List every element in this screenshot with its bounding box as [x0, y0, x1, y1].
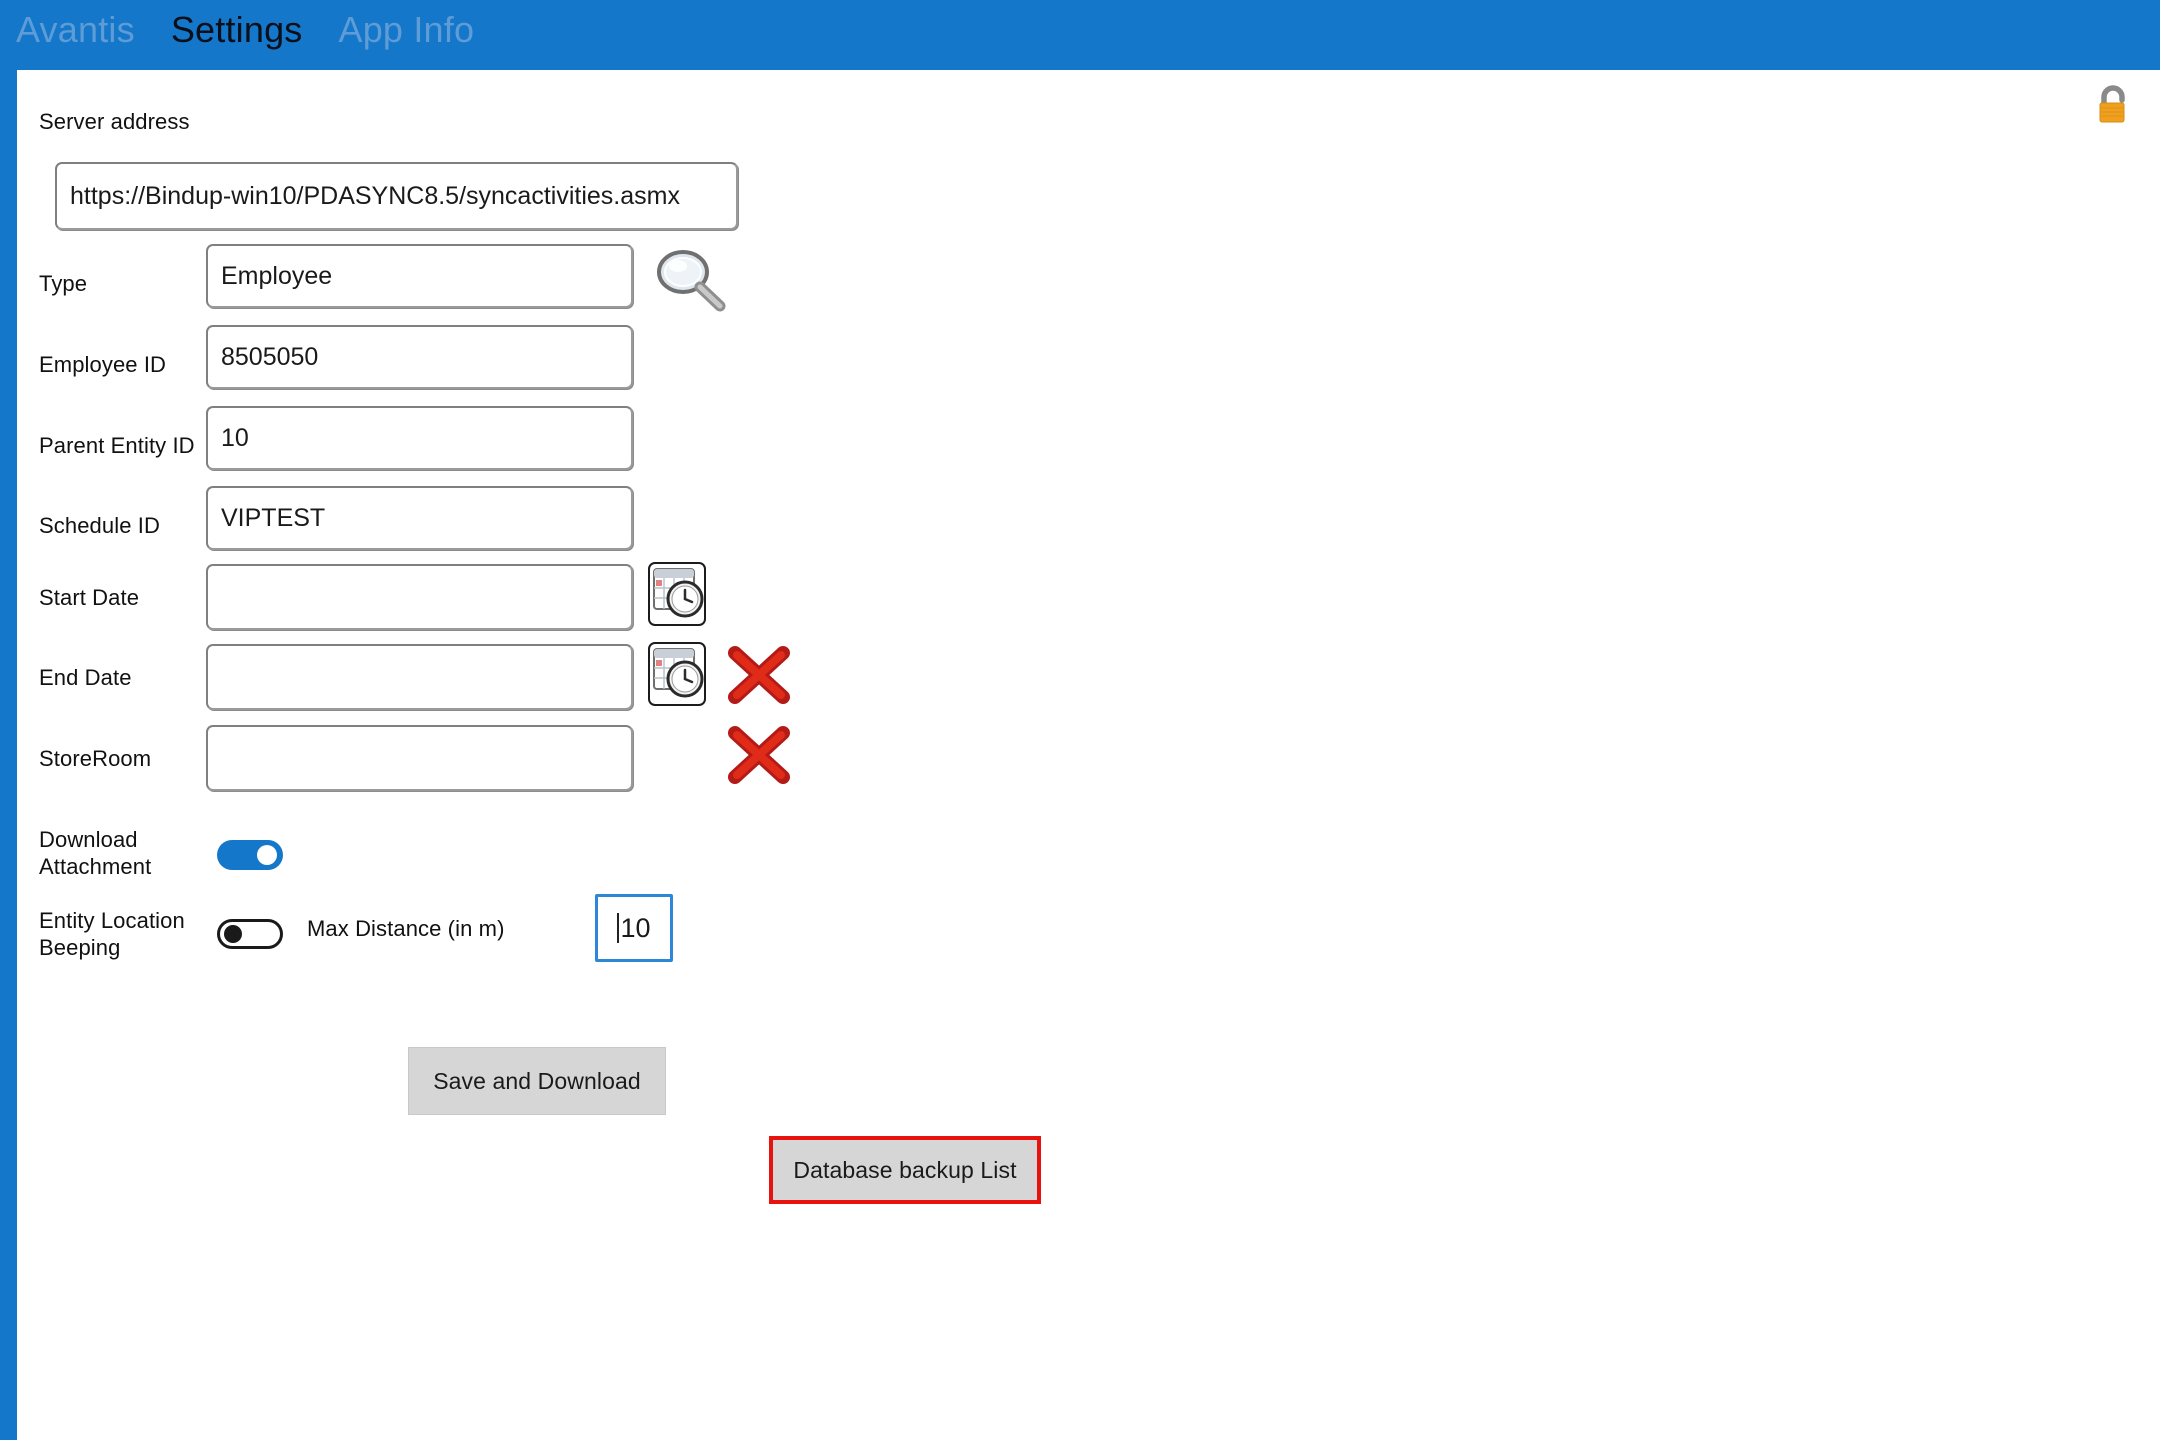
download-attachment-toggle[interactable] [217, 840, 283, 870]
entity-location-beeping-label: Entity Location Beeping [39, 907, 185, 961]
start-date-label: Start Date [39, 585, 140, 610]
end-date-label: End Date [39, 665, 132, 690]
unlock-icon[interactable] [2089, 82, 2137, 130]
nav-item-app-info[interactable]: App Info [339, 0, 475, 58]
settings-content-surface: Server address https://Bindup-win10/PDAS… [17, 70, 2160, 1440]
parent-entity-id-input[interactable]: 10 [206, 406, 633, 470]
type-input[interactable]: Employee [206, 244, 633, 308]
server-address-input[interactable]: https://Bindup-win10/PDASYNC8.5/syncacti… [55, 162, 738, 230]
toggle-knob [257, 845, 277, 865]
search-icon-glyph [657, 250, 726, 312]
download-attachment-label-line2: Attachment [39, 854, 152, 879]
unlock-icon-glyph [2099, 85, 2125, 123]
schedule-id-input[interactable]: VIPTEST [206, 486, 633, 550]
end-date-calendar-clock-icon[interactable] [648, 642, 706, 706]
parent-entity-id-label: Parent Entity ID [39, 433, 195, 458]
entity-location-beeping-label-line1: Entity Location [39, 908, 185, 933]
nav-item-avantis[interactable]: Avantis [16, 0, 135, 58]
entity-location-beeping-toggle[interactable] [217, 919, 283, 949]
toggle-knob [224, 925, 242, 943]
max-distance-label: Max Distance (in m) [307, 916, 505, 941]
save-and-download-button[interactable]: Save and Download [408, 1047, 666, 1115]
storeroom-input[interactable] [206, 725, 633, 791]
nav-item-settings[interactable]: Settings [171, 0, 303, 58]
start-date-clear-red-x-icon[interactable] [725, 645, 793, 707]
download-attachment-label: Download Attachment [39, 826, 151, 880]
red-x-icon-glyph [728, 646, 790, 704]
start-date-input[interactable] [206, 564, 633, 630]
database-backup-list-button[interactable]: Database backup List [769, 1136, 1041, 1204]
schedule-id-label: Schedule ID [39, 513, 160, 538]
employee-id-label: Employee ID [39, 352, 167, 377]
text-caret [617, 913, 620, 943]
calendar-clock-icon-glyph [653, 648, 704, 698]
storeroom-label: StoreRoom [39, 746, 152, 771]
search-icon[interactable] [653, 246, 731, 316]
top-navigation-bar: Avantis Settings App Info [0, 0, 2160, 70]
start-date-calendar-clock-icon[interactable] [648, 562, 706, 626]
download-attachment-label-line1: Download [39, 827, 138, 852]
red-x-icon-glyph [728, 726, 790, 784]
app-window: Avantis Settings App Info Server address… [0, 0, 2160, 1440]
entity-location-beeping-label-line2: Beeping [39, 935, 121, 960]
end-date-input[interactable] [206, 644, 633, 710]
calendar-clock-icon-glyph [653, 568, 704, 618]
type-label: Type [39, 271, 88, 296]
employee-id-input[interactable]: 8505050 [206, 325, 633, 389]
end-date-clear-red-x-icon[interactable] [725, 725, 793, 787]
server-address-label: Server address [39, 109, 190, 134]
max-distance-value: 10 [620, 912, 651, 943]
max-distance-input[interactable]: 10 [595, 894, 673, 962]
